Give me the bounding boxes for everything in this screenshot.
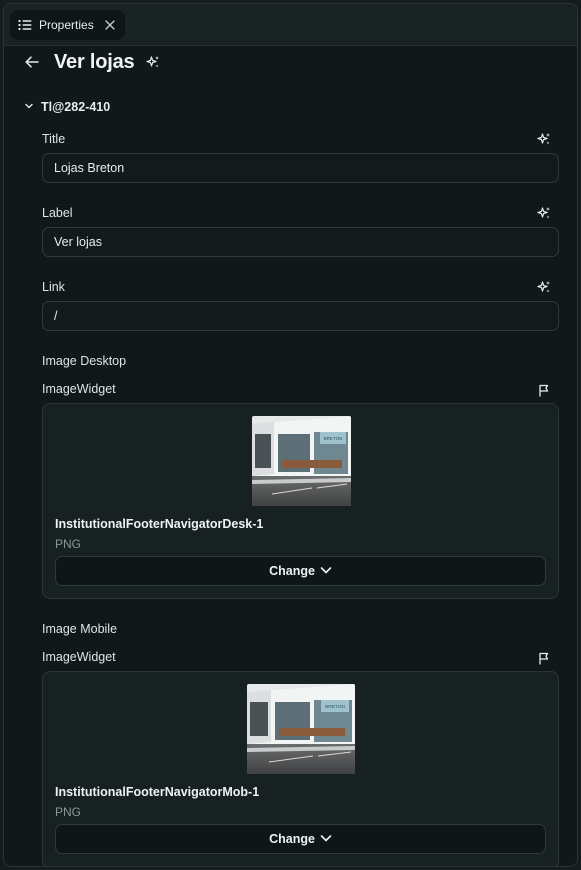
image-desktop-card: BRETON InstitutionalFooterNavigatorDesk-… <box>42 403 559 599</box>
list-icon <box>18 19 32 31</box>
image-mobile-filename: InstitutionalFooterNavigatorMob-1 <box>55 785 260 799</box>
image-mobile-label: Image Mobile <box>42 622 118 636</box>
change-button-label: Change <box>269 832 315 846</box>
arrow-left-icon[interactable] <box>22 52 42 72</box>
image-desktop-label: Image Desktop <box>42 354 127 368</box>
link-field-label: Link <box>42 280 65 294</box>
image-mobile-widget-label: ImageWidget <box>42 650 116 664</box>
link-input[interactable] <box>42 301 559 331</box>
close-icon[interactable] <box>105 20 115 30</box>
sparkle-icon[interactable] <box>536 205 552 221</box>
section-toggle[interactable]: Tl@282-410 <box>24 98 110 116</box>
flag-icon[interactable] <box>536 382 552 398</box>
image-mobile-thumbnail[interactable]: BRETON <box>247 684 355 774</box>
image-desktop-thumbnail[interactable]: BRETON <box>252 416 351 506</box>
tab-label: Properties <box>39 18 94 32</box>
tab-properties[interactable]: Properties <box>10 10 125 40</box>
image-desktop-filename: InstitutionalFooterNavigatorDesk-1 <box>55 517 264 531</box>
storefront-sign: BRETON <box>325 704 345 710</box>
image-mobile-card: BRETON InstitutionalFooterNavigatorMob-1… <box>42 671 559 866</box>
sparkle-icon[interactable] <box>146 55 160 69</box>
chevron-down-icon <box>24 98 34 116</box>
image-desktop-widget-label: ImageWidget <box>42 382 116 396</box>
properties-panel: Properties Ver lojas Tl@282-410 Title Lo… <box>3 3 578 867</box>
chevron-down-icon <box>320 564 332 578</box>
title-input[interactable] <box>42 153 559 183</box>
title-field-label: Title <box>42 132 66 146</box>
sparkle-icon[interactable] <box>536 131 552 147</box>
chevron-down-icon <box>320 832 332 846</box>
storefront-sign: BRETON <box>324 436 343 441</box>
flag-icon[interactable] <box>536 650 552 666</box>
section-name: Tl@282-410 <box>41 100 111 114</box>
image-desktop-filetype: PNG <box>55 537 82 551</box>
page-header: Ver lojas <box>22 48 160 76</box>
image-mobile-change-button[interactable]: Change <box>55 824 546 854</box>
page-title: Ver lojas <box>54 50 135 73</box>
change-button-label: Change <box>269 564 315 578</box>
sparkle-icon[interactable] <box>536 279 552 295</box>
label-input[interactable] <box>42 227 559 257</box>
image-mobile-filetype: PNG <box>55 805 82 819</box>
tab-bar: Properties <box>4 4 577 46</box>
label-field-label: Label <box>42 206 73 220</box>
image-desktop-change-button[interactable]: Change <box>55 556 546 586</box>
